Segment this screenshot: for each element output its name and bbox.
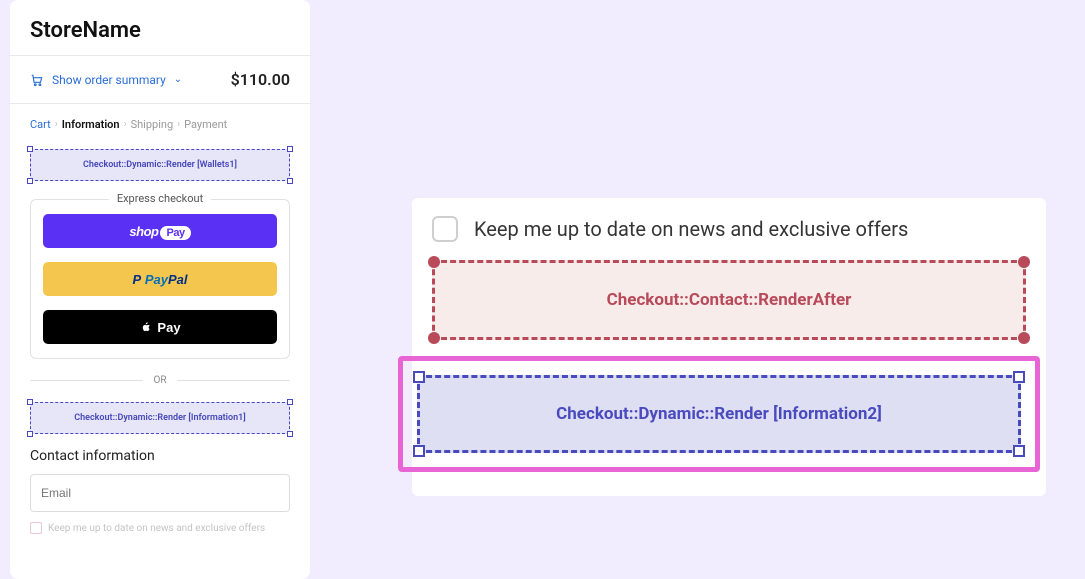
- express-checkout-title: Express checkout: [109, 192, 211, 205]
- newsletter-label-preview: Keep me up to date on news and exclusive…: [474, 217, 908, 241]
- handle-icon: [413, 445, 425, 457]
- apple-icon: [139, 320, 153, 334]
- handle-icon: [287, 178, 293, 184]
- handle-icon: [413, 371, 425, 383]
- apple-pay-button[interactable]: Pay: [43, 310, 277, 344]
- extension-target-contact-renderafter: Checkout::Contact::RenderAfter: [432, 260, 1026, 340]
- extension-target-label: Checkout::Contact::RenderAfter: [607, 290, 852, 310]
- paypal-logo: P PayPal: [133, 272, 188, 287]
- breadcrumb-cart[interactable]: Cart: [30, 118, 51, 131]
- shop-pay-logo: shopPay: [129, 224, 190, 239]
- contact-information-title: Contact information: [30, 448, 290, 464]
- checkbox-icon[interactable]: [30, 522, 42, 534]
- handle-icon: [1018, 332, 1030, 344]
- handle-icon: [1013, 371, 1025, 383]
- handle-icon: [428, 256, 440, 268]
- order-total: $110.00: [231, 70, 290, 89]
- express-checkout: Express checkout shopPay P PayPal Pay: [30, 199, 290, 359]
- order-summary-bar: Show order summary ⌄ $110.00: [10, 56, 310, 103]
- handle-icon: [287, 146, 293, 152]
- handle-icon: [27, 146, 33, 152]
- breadcrumb-shipping: Shipping: [131, 118, 174, 131]
- order-summary-toggle[interactable]: Show order summary ⌄: [30, 73, 182, 87]
- email-field[interactable]: [30, 474, 290, 512]
- placeholder-label: Checkout::Dynamic::Render [Information1]: [31, 413, 289, 423]
- handle-icon: [287, 399, 293, 405]
- cart-icon: [30, 73, 44, 87]
- order-summary-label: Show order summary: [52, 73, 166, 87]
- handle-icon: [1018, 256, 1030, 268]
- breadcrumb: Cart › Information › Shipping › Payment: [10, 104, 310, 141]
- handle-icon: [287, 431, 293, 437]
- checkbox[interactable]: [432, 216, 458, 242]
- chevron-right-icon: ›: [177, 119, 180, 130]
- extension-target-dynamic-information2: Checkout::Dynamic::Render [Information2]: [417, 375, 1021, 453]
- handle-icon: [27, 431, 33, 437]
- or-label: OR: [153, 375, 166, 386]
- extension-preview-card: Keep me up to date on news and exclusive…: [412, 198, 1046, 496]
- newsletter-row[interactable]: Keep me up to date on news and exclusive…: [30, 522, 290, 534]
- paypal-button[interactable]: P PayPal: [43, 262, 277, 296]
- apple-pay-label: Pay: [157, 320, 180, 335]
- extension-target-highlight: Checkout::Dynamic::Render [Information2]: [398, 356, 1040, 472]
- newsletter-label: Keep me up to date on news and exclusive…: [48, 523, 265, 534]
- breadcrumb-payment: Payment: [184, 118, 227, 131]
- breadcrumb-information: Information: [62, 118, 120, 131]
- placeholder-label: Checkout::Dynamic::Render [Wallets1]: [31, 160, 289, 170]
- handle-icon: [27, 399, 33, 405]
- or-divider: OR: [30, 375, 290, 386]
- checkout-panel: StoreName Show order summary ⌄ $110.00 C…: [10, 0, 310, 579]
- shop-pay-button[interactable]: shopPay: [43, 214, 277, 248]
- chevron-down-icon: ⌄: [174, 74, 182, 85]
- header: StoreName: [10, 0, 310, 55]
- store-name: StoreName: [30, 18, 290, 43]
- newsletter-row-preview: Keep me up to date on news and exclusive…: [432, 216, 1026, 242]
- extension-target-label: Checkout::Dynamic::Render [Information2]: [556, 404, 882, 424]
- chevron-right-icon: ›: [55, 119, 58, 130]
- extension-placeholder-wallets1: Checkout::Dynamic::Render [Wallets1]: [30, 149, 290, 181]
- extension-placeholder-information1: Checkout::Dynamic::Render [Information1]: [30, 402, 290, 434]
- chevron-right-icon: ›: [124, 119, 127, 130]
- handle-icon: [428, 332, 440, 344]
- handle-icon: [27, 178, 33, 184]
- handle-icon: [1013, 445, 1025, 457]
